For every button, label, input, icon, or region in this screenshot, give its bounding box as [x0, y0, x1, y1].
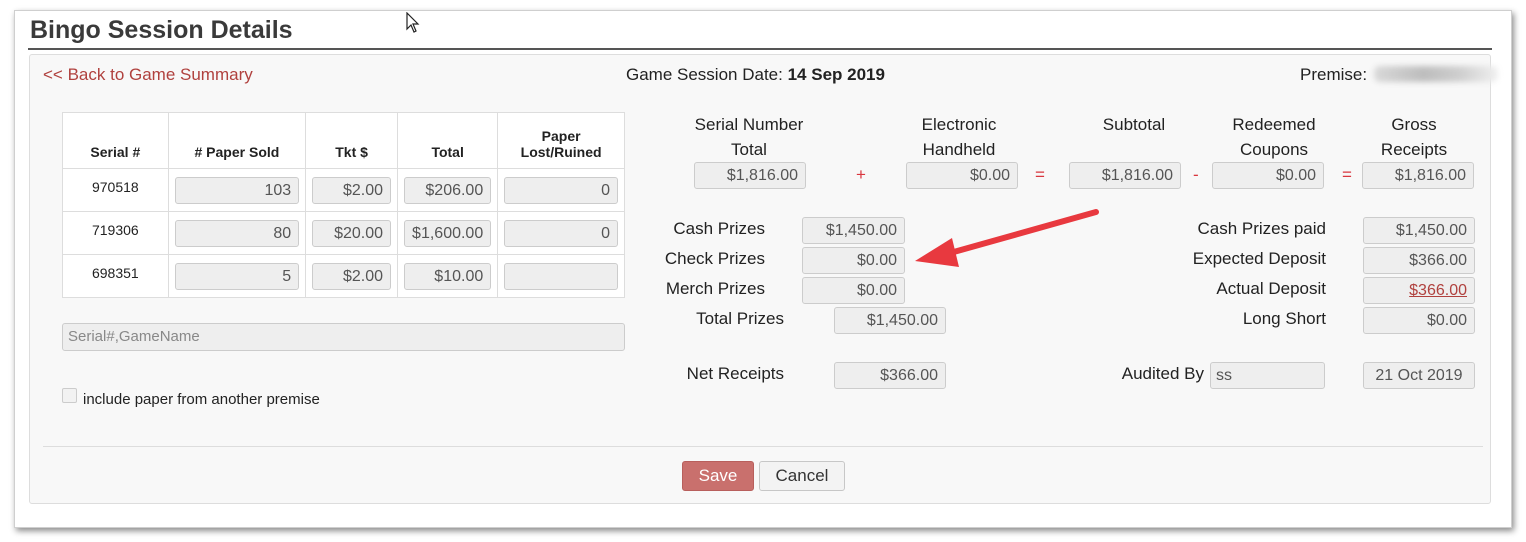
page-title: Bingo Session Details — [30, 16, 293, 44]
paper-lost-input[interactable]: 0 — [504, 176, 618, 204]
check-prizes-label: Check Prizes — [664, 249, 765, 268]
tkt-price-input[interactable]: $2.00 — [312, 176, 392, 204]
include-paper-checkbox[interactable] — [62, 388, 77, 403]
gross-label-line2: Receipts — [1380, 140, 1448, 159]
gross-receipts-field: $1,816.00 — [1362, 162, 1474, 189]
paper-sales-table: Serial # # Paper Sold Tkt $ Total Paper … — [62, 112, 625, 298]
serial-gamename-input[interactable]: Serial#,GameName — [62, 323, 625, 351]
audit-date-field[interactable]: 21 Oct 2019 — [1363, 362, 1475, 389]
gross-receipts-label: Gross Receipts — [1350, 112, 1478, 162]
footer-divider — [43, 446, 1483, 447]
col-total: Total — [397, 112, 499, 169]
tkt-price-input[interactable]: $20.00 — [312, 219, 392, 247]
title-divider — [28, 48, 1492, 50]
electronic-label-line2: Handheld — [922, 140, 996, 159]
session-date-value: 14 Sep 2019 — [787, 65, 885, 84]
electronic-label-line1: Electronic — [921, 115, 997, 134]
back-to-game-summary-link[interactable]: << Back to Game Summary — [43, 65, 253, 85]
cancel-button[interactable]: Cancel — [759, 461, 845, 491]
save-button[interactable]: Save — [682, 461, 754, 491]
actual-deposit-link[interactable]: $366.00 — [1409, 282, 1467, 299]
serial-total-label-line2: Total — [731, 140, 767, 159]
col-paper-sold: # Paper Sold — [167, 112, 307, 169]
merch-prizes-label: Merch Prizes — [665, 279, 765, 298]
mouse-cursor-icon — [406, 12, 420, 33]
table-row: 698351 5 $2.00 $10.00 — [62, 254, 625, 298]
include-paper-label: include paper from another premise — [83, 391, 320, 408]
electronic-handheld-input[interactable]: $0.00 — [906, 162, 1018, 189]
electronic-handheld-label: Electronic Handheld — [895, 112, 1023, 162]
total-prizes-label: Total Prizes — [696, 309, 784, 328]
paper-sold-input[interactable]: 103 — [174, 176, 300, 204]
cash-prizes-input[interactable]: $1,450.00 — [802, 217, 905, 244]
audited-by-label: Audited By — [1121, 364, 1204, 383]
actual-deposit-field[interactable]: $366.00 — [1363, 277, 1475, 304]
serial-cell: 719306 — [62, 211, 169, 255]
serial-cell: 970518 — [62, 168, 169, 212]
serial-total-label: Serial Number Total — [684, 112, 814, 162]
long-short-field: $0.00 — [1363, 307, 1475, 334]
cash-prizes-paid-field: $1,450.00 — [1363, 217, 1475, 244]
redeemed-label-line1: Redeemed — [1232, 115, 1316, 134]
expected-deposit-field: $366.00 — [1363, 247, 1475, 274]
audited-by-input[interactable]: ss — [1210, 362, 1325, 389]
plus-operator: + — [856, 165, 866, 184]
paper-lost-input[interactable]: 0 — [504, 219, 618, 247]
serial-total-label-line1: Serial Number — [694, 115, 804, 134]
merch-prizes-input[interactable]: $0.00 — [802, 277, 905, 304]
paper-sold-input[interactable]: 5 — [174, 262, 300, 290]
row-total-field: $1,600.00 — [404, 219, 492, 247]
session-date-label: Game Session Date: — [626, 65, 783, 84]
row-total-field: $10.00 — [404, 262, 492, 290]
cash-prizes-label: Cash Prizes — [673, 219, 765, 238]
col-paper-lost: Paper Lost/Ruined — [497, 112, 625, 169]
table-row: 970518 103 $2.00 $206.00 0 — [62, 168, 625, 212]
table-row: 719306 80 $20.00 $1,600.00 0 — [62, 211, 625, 255]
tkt-price-input[interactable]: $2.00 — [312, 262, 392, 290]
table-header-row: Serial # # Paper Sold Tkt $ Total Paper … — [62, 112, 625, 169]
redeemed-coupons-label: Redeemed Coupons — [1210, 112, 1338, 162]
premise-value-redacted — [1374, 66, 1498, 82]
subtotal-label: Subtotal — [1102, 115, 1166, 134]
minus-operator: - — [1193, 165, 1199, 184]
actual-deposit-label: Actual Deposit — [1216, 279, 1326, 298]
serial-cell: 698351 — [62, 254, 169, 298]
premise-label: Premise: — [1300, 65, 1368, 84]
session-date: Game Session Date: 14 Sep 2019 — [626, 65, 885, 85]
paper-sold-input[interactable]: 80 — [174, 219, 300, 247]
long-short-label: Long Short — [1242, 309, 1326, 328]
redeemed-coupons-input[interactable]: $0.00 — [1212, 162, 1324, 189]
net-receipts-field: $366.00 — [834, 362, 946, 389]
cash-prizes-paid-label: Cash Prizes paid — [1197, 219, 1326, 238]
annotation-arrow-icon — [915, 209, 1099, 267]
check-prizes-input[interactable]: $0.00 — [802, 247, 905, 274]
equals-operator-2: = — [1342, 165, 1352, 184]
col-tkt: Tkt $ — [305, 112, 399, 169]
paper-lost-input[interactable] — [504, 262, 618, 290]
gross-label-line1: Gross — [1391, 115, 1437, 134]
expected-deposit-label: Expected Deposit — [1192, 249, 1326, 268]
col-paper-lost-line1: Paper — [541, 128, 581, 144]
equals-operator: = — [1035, 165, 1045, 184]
subtotal-field: $1,816.00 — [1069, 162, 1181, 189]
row-total-field: $206.00 — [404, 176, 492, 204]
net-receipts-label: Net Receipts — [686, 364, 784, 383]
serial-total-field: $1,816.00 — [694, 162, 806, 189]
redeemed-label-line2: Coupons — [1239, 140, 1309, 159]
total-prizes-field: $1,450.00 — [834, 307, 946, 334]
col-serial: Serial # — [62, 112, 169, 169]
col-paper-lost-line2: Lost/Ruined — [520, 144, 602, 160]
